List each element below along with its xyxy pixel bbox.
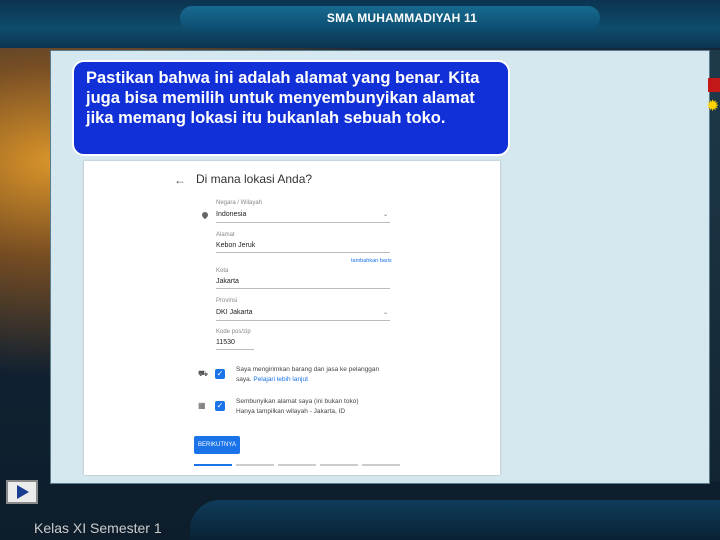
school-name: SMA MUHAMMADIYAH 11 bbox=[326, 11, 478, 25]
city-label: Kota bbox=[216, 268, 229, 274]
city-value: Jakarta bbox=[216, 278, 239, 285]
hide-address-label: Sembunyikan alamat saya (ini bukan toko) bbox=[236, 398, 359, 405]
country-label: Negara / Wilayah bbox=[216, 200, 263, 206]
red-decoration bbox=[708, 78, 720, 92]
progress-step bbox=[194, 464, 232, 466]
next-button[interactable]: BERIKUTNYA bbox=[194, 436, 240, 454]
address-value: Kebon Jeruk bbox=[216, 242, 256, 249]
hide-address-checkbox[interactable]: ✓ bbox=[215, 401, 225, 411]
sun-icon: ✹ bbox=[706, 98, 720, 115]
country-value: Indonesia bbox=[216, 211, 247, 218]
progress-step bbox=[362, 464, 400, 466]
address-label: Alamat bbox=[216, 232, 235, 238]
hide-address-text: Sembunyikan alamat saya (ini bukan toko)… bbox=[236, 397, 396, 417]
postal-field[interactable]: Kode pos/zip 11530 bbox=[216, 329, 254, 350]
truck-icon: ⛟ bbox=[198, 369, 209, 378]
learn-more-link[interactable]: Pelajari lebih lanjut bbox=[253, 376, 308, 383]
location-form-screenshot: ← Di mana lokasi Anda? Negara / Wilayah … bbox=[84, 161, 500, 475]
deliver-text: Saya mengirimkan barang dan jasa ke pela… bbox=[236, 365, 396, 385]
top-banner: SMA MUHAMMADIYAH 11 bbox=[0, 0, 720, 48]
province-value: DKI Jakarta bbox=[216, 309, 253, 316]
play-next-button[interactable] bbox=[6, 480, 38, 504]
hide-address-sublabel: Hanya tampilkan wilayah - Jakarta, ID bbox=[236, 408, 346, 415]
chevron-down-icon: ⌄ bbox=[382, 310, 388, 316]
postal-label: Kode pos/zip bbox=[216, 329, 251, 335]
country-field[interactable]: Negara / Wilayah Indonesia ⌄ bbox=[216, 200, 390, 223]
progress-step bbox=[320, 464, 358, 466]
province-field[interactable]: Provinsi DKI Jakarta ⌄ bbox=[216, 298, 390, 321]
postal-value: 11530 bbox=[216, 339, 235, 346]
footer-label: Kelas XI Semester 1 bbox=[34, 520, 162, 536]
bottom-banner bbox=[190, 500, 720, 540]
location-pin-icon bbox=[200, 210, 210, 220]
instruction-callout: Pastikan bahwa ini adalah alamat yang be… bbox=[72, 60, 510, 156]
hidden-store-icon: ▦ bbox=[198, 401, 206, 410]
province-label: Provinsi bbox=[216, 298, 238, 304]
progress-step bbox=[278, 464, 316, 466]
address-field[interactable]: Alamat Kebon Jeruk bbox=[216, 232, 390, 253]
deliver-checkbox[interactable]: ✓ bbox=[215, 369, 225, 379]
chevron-down-icon: ⌄ bbox=[382, 212, 388, 218]
add-line-link[interactable]: tambahkan baris bbox=[351, 258, 392, 264]
instruction-text: Pastikan bahwa ini adalah alamat yang be… bbox=[86, 69, 480, 127]
arrow-left-icon[interactable]: ← bbox=[174, 173, 186, 187]
city-field[interactable]: Kota Jakarta bbox=[216, 268, 390, 289]
progress-step bbox=[236, 464, 274, 466]
form-title: Di mana lokasi Anda? bbox=[196, 172, 313, 186]
play-icon bbox=[17, 485, 29, 499]
